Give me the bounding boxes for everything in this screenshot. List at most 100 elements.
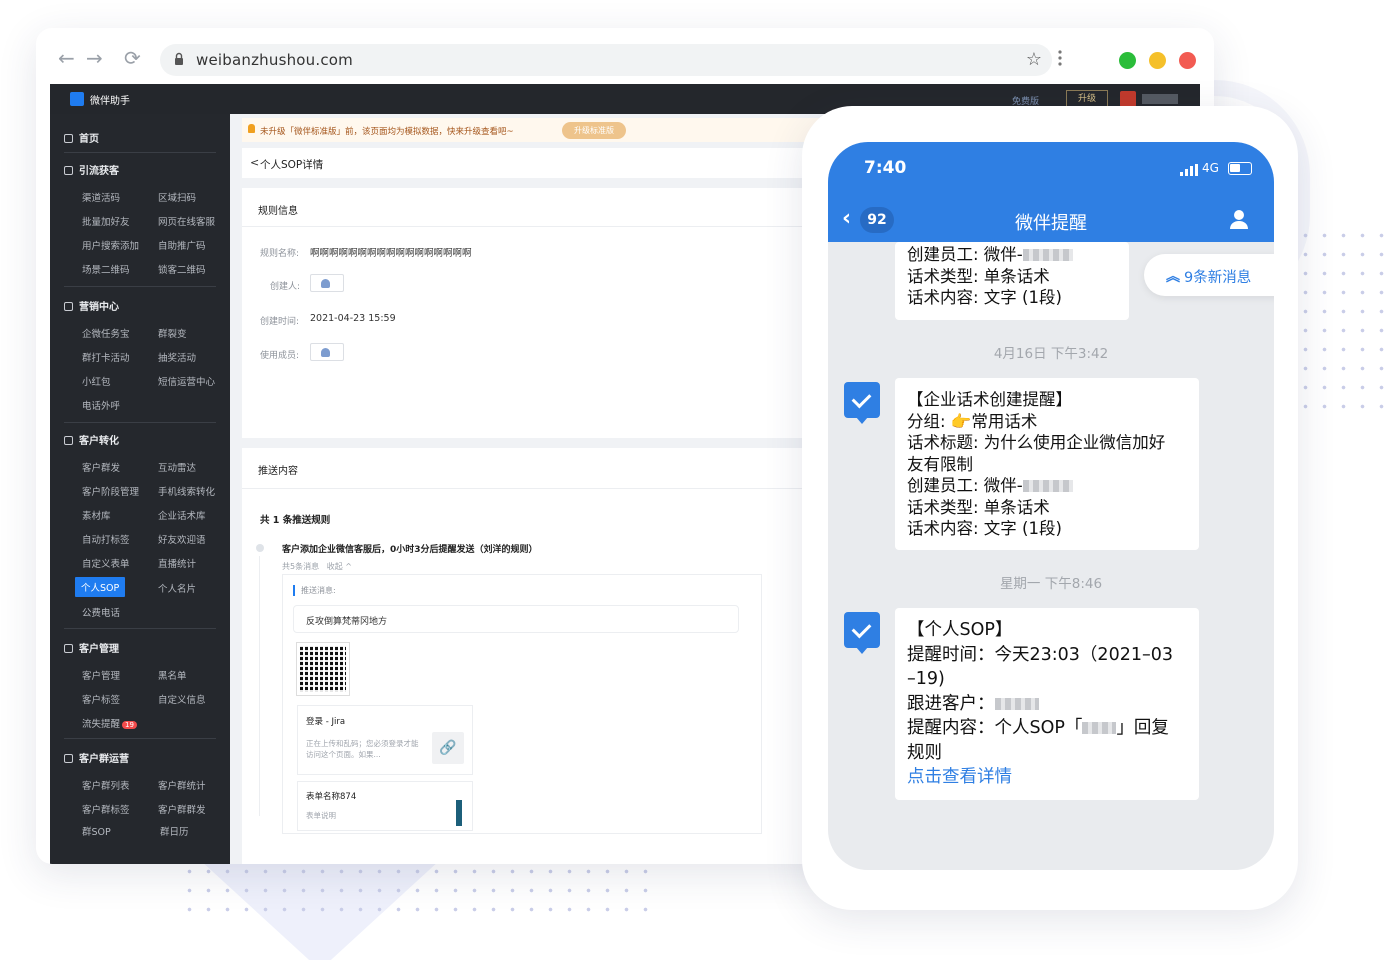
created-time-value: 2021-04-23 15:59 (310, 313, 396, 324)
window-close-button[interactable] (1179, 52, 1196, 69)
form-attachment-card[interactable]: 表单名称874 表单说明 (297, 781, 473, 831)
sidebar-item[interactable]: 批量加好友 (82, 214, 130, 228)
message-line: 创建员工: 微伴- (907, 244, 1117, 266)
sidebar-item[interactable]: 短信运营中心 (158, 374, 215, 388)
sidebar-item[interactable]: 自助推广码 (158, 238, 206, 252)
creator-chip[interactable] (310, 274, 344, 292)
sidebar-item[interactable]: 自动打标签 (82, 532, 130, 546)
sidebar-divider (64, 286, 216, 287)
status-time: 7:40 (864, 158, 907, 178)
sidebar-section-customers[interactable]: 客户管理 (64, 640, 119, 655)
sidebar-item[interactable]: 客户标签 (82, 692, 120, 706)
sidebar-item[interactable]: 客户管理 (82, 668, 120, 682)
sidebar-item-personal-sop[interactable]: 个人SOP (75, 577, 126, 597)
home-icon (64, 134, 73, 143)
page-title: 个人SOP详情 (260, 159, 324, 171)
link-title: 登录 - Jira (306, 717, 346, 727)
sidebar-item[interactable]: 小红包 (82, 374, 111, 388)
calendar-icon (64, 302, 73, 311)
window-maximize-button[interactable] (1119, 52, 1136, 69)
sidebar-item[interactable]: 客户阶段管理 (82, 484, 139, 498)
sidebar-item[interactable]: 直播统计 (158, 556, 196, 570)
message-count: 共5条消息 (282, 562, 320, 571)
avatar-tail (856, 647, 868, 654)
sidebar-item[interactable]: 客户群列表 (82, 778, 130, 792)
sidebar-item[interactable]: 渠道活码 (82, 190, 120, 204)
chevron-left-icon[interactable]: < (250, 156, 259, 169)
sidebar-divider (64, 422, 216, 423)
section-title: 客户转化 (79, 436, 119, 447)
sidebar-item[interactable]: 好友欢迎语 (158, 532, 206, 546)
chat-nav-bar: ‹ 92 微伴提醒 (828, 198, 1274, 242)
sidebar-item[interactable]: 电话外呼 (82, 398, 120, 412)
message-line: 提醒内容：个人SOP「 」回复 (907, 716, 1187, 741)
sidebar-section-groups[interactable]: 客户群运营 (64, 750, 129, 765)
user-name-masked (1142, 94, 1178, 104)
avatar-tail (856, 417, 868, 424)
rule-meta: 共5条消息 收起 ^ (282, 561, 352, 572)
sidebar-item[interactable]: 自定义表单 (82, 556, 130, 570)
sidebar-item[interactable]: 素材库 (82, 508, 111, 522)
message-line: 提醒时间：今天23:03（2021–03 (907, 644, 1173, 665)
sidebar-item[interactable]: 企业话术库 (158, 508, 206, 522)
upgrade-standard-button[interactable]: 升级标准版 (562, 122, 626, 139)
sidebar-item[interactable]: 客户群群发 (158, 802, 206, 816)
sidebar-item-churn-alert[interactable]: 流失提醒 19 (82, 716, 137, 730)
sidebar-item[interactable]: 群日历 (160, 824, 189, 838)
created-time-label: 创建时间: (260, 317, 300, 327)
sidebar-item[interactable]: 群打卡活动 (82, 350, 130, 364)
user-avatar[interactable] (1120, 91, 1136, 107)
rule-count: 共 1 条推送规则 (260, 515, 331, 526)
sidebar-section-marketing[interactable]: 营销中心 (64, 298, 119, 313)
sidebar-item[interactable]: 企微任务宝 (82, 326, 130, 340)
back-arrow-icon[interactable]: ← (58, 46, 75, 70)
chat-bubble: 【企业话术创建提醒】 分组: 👉常用话术 话术标题: 为什么使用企业微信加好 友… (895, 378, 1199, 550)
address-bar[interactable]: weibanzhushou.com ☆ (160, 44, 1052, 76)
marketing-stage: ← → ⟳ weibanzhushou.com ☆ 微伴助手 免费版 升级 首页… (0, 0, 1388, 960)
sidebar-item[interactable]: 黑名单 (158, 668, 187, 682)
sidebar-item[interactable]: 区域扫码 (158, 190, 196, 204)
sidebar-item[interactable]: 客户群统计 (158, 778, 206, 792)
masked-customer (994, 697, 1039, 710)
message-line: –19) (907, 669, 945, 689)
sidebar-item[interactable]: 客户群标签 (82, 802, 130, 816)
collapse-toggle[interactable]: 收起 ^ (327, 562, 352, 571)
sidebar-item[interactable]: 锁客二维码 (158, 262, 206, 276)
sidebar-item[interactable]: 网页在线客服 (158, 214, 215, 228)
sidebar-item[interactable]: 互动雷达 (158, 460, 196, 474)
message-line: 规则 (907, 742, 942, 763)
member-chip[interactable] (310, 343, 344, 361)
link-attachment-card[interactable]: 登录 - Jira 正在上传和乱码；您必须登录才能访问这个页面。如果... 🔗 (297, 705, 473, 775)
message-text: 创建员工: 微伴- (907, 476, 1023, 495)
sidebar-item[interactable]: 个人名片 (158, 581, 196, 595)
sidebar-item[interactable]: 自定义信息 (158, 692, 206, 706)
new-messages-button[interactable]: ︽ 9条新消息 (1144, 254, 1274, 296)
message-line: 话术标题: 为什么使用企业微信加好 (907, 433, 1166, 452)
sidebar-item[interactable]: 群裂变 (158, 326, 187, 340)
sidebar-section-leads[interactable]: 引流获客 (64, 162, 119, 177)
sidebar-item[interactable]: 客户群发 (82, 460, 120, 474)
bookmark-star-icon[interactable]: ☆ (1026, 49, 1042, 70)
double-chevron-up-icon: ︽ (1166, 269, 1180, 285)
battery-level (1230, 164, 1240, 172)
sidebar-item[interactable]: 公费电话 (82, 605, 120, 619)
sidebar-item[interactable]: 群SOP (82, 824, 111, 838)
menu-kebab-icon[interactable] (1058, 48, 1062, 68)
sidebar-divider (64, 628, 216, 629)
window-minimize-button[interactable] (1149, 52, 1166, 69)
person-icon[interactable] (1228, 208, 1250, 230)
sidebar-item[interactable]: 场景二维码 (82, 262, 130, 276)
sidebar-item-home[interactable]: 首页 (64, 130, 99, 145)
sidebar-item[interactable]: 抽奖活动 (158, 350, 196, 364)
push-label: 推送消息: (293, 585, 336, 596)
reload-icon[interactable]: ⟳ (124, 46, 141, 70)
view-details-link[interactable]: 点击查看详情 (907, 765, 1187, 790)
message-text: 提醒内容：个人SOP「 (907, 718, 1083, 738)
forward-arrow-icon[interactable]: → (86, 46, 103, 70)
sidebar-section-conversion[interactable]: 客户转化 (64, 432, 119, 447)
sidebar-item[interactable]: 用户搜索添加 (82, 238, 139, 252)
phone-frame: 7:40 4G ‹ 92 微伴提醒 创建员工: 微伴- 话术类型: 单条话术 话… (802, 106, 1298, 910)
section-title: 引流获客 (79, 166, 119, 177)
sidebar-divider (64, 738, 216, 739)
sidebar-item[interactable]: 手机线索转化 (158, 484, 215, 498)
